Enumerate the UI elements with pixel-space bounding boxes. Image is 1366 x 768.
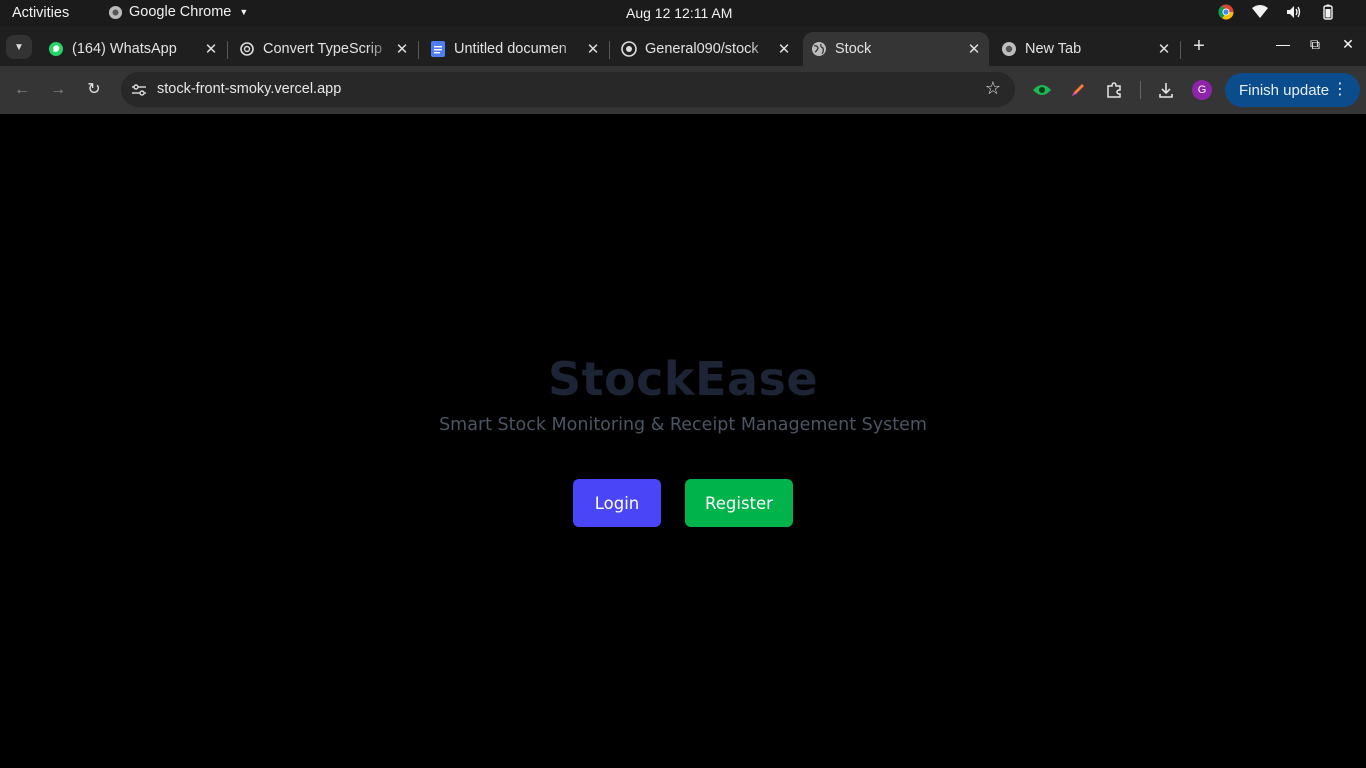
toolbar-divider (1140, 81, 1141, 99)
clock[interactable]: Aug 12 12:11 AM (626, 5, 732, 21)
maximize-button[interactable]: ⧉ (1305, 36, 1325, 53)
site-info-icon[interactable] (129, 80, 149, 100)
whatsapp-icon (48, 41, 64, 57)
eye-extension-icon[interactable] (1031, 79, 1053, 101)
browser-toolbar: ← → ↻ stock-front-smoky.vercel.app ☆ (0, 66, 1366, 114)
battery-icon (1323, 4, 1333, 20)
tab-github[interactable]: General090/stock ✕ (613, 32, 799, 66)
finish-update-button[interactable]: Finish update ⋮ (1225, 73, 1360, 107)
arrow-right-icon: → (50, 81, 66, 98)
app-name: Google Chrome (129, 4, 232, 20)
tab-google-docs[interactable]: Untitled documen ✕ (422, 32, 608, 66)
close-icon[interactable]: ✕ (775, 40, 793, 58)
minimize-icon: — (1276, 36, 1290, 52)
page-title: StockEase (547, 352, 819, 406)
plus-icon: + (1193, 35, 1205, 57)
close-icon[interactable]: ✕ (393, 40, 411, 58)
tab-new-tab[interactable]: New Tab ✕ (993, 32, 1179, 66)
close-icon[interactable]: ✕ (965, 40, 983, 58)
forward-button[interactable]: → (46, 78, 70, 102)
new-tab-button[interactable]: + (1188, 35, 1210, 58)
profile-avatar[interactable]: G (1192, 80, 1212, 100)
system-top-bar: Activities Google Chrome ▼ Aug 12 12:11 … (0, 0, 1366, 27)
finish-update-label: Finish update (1239, 81, 1330, 99)
tab-divider (609, 41, 610, 59)
close-icon[interactable]: ✕ (584, 40, 602, 58)
chatgpt-icon (239, 41, 255, 57)
github-icon (621, 41, 637, 57)
reload-icon: ↻ (87, 81, 101, 98)
tab-divider (227, 41, 228, 59)
download-icon[interactable] (1155, 79, 1177, 101)
page-subtitle: Smart Stock Monitoring & Receipt Managem… (439, 415, 927, 435)
system-tray[interactable] (1218, 4, 1336, 20)
login-button[interactable]: Login (573, 479, 661, 527)
chevron-down-icon: ▼ (14, 41, 24, 53)
address-bar[interactable]: stock-front-smoky.vercel.app ☆ (121, 72, 1015, 107)
close-icon: ✕ (1342, 36, 1354, 52)
tab-title: (164) WhatsApp (72, 41, 177, 57)
minimize-button[interactable]: — (1273, 36, 1293, 52)
tab-strip: ▼ (164) WhatsApp ✕ Convert TypeScrip ✕ U… (0, 27, 1366, 66)
tab-whatsapp[interactable]: (164) WhatsApp ✕ (40, 32, 226, 66)
tab-title: Convert TypeScrip (263, 41, 383, 57)
arrow-left-icon: ← (14, 81, 30, 98)
globe-icon (811, 41, 827, 57)
register-button[interactable]: Register (685, 479, 793, 527)
tab-divider (1180, 41, 1181, 59)
chevron-down-icon: ▼ (239, 7, 249, 17)
tab-title: New Tab (1025, 41, 1082, 57)
chrome-icon (1001, 41, 1017, 57)
tab-title: General090/stock (645, 41, 759, 57)
close-window-button[interactable]: ✕ (1338, 36, 1358, 53)
volume-icon (1287, 6, 1301, 18)
chrome-status-icon (1218, 4, 1234, 20)
url-text[interactable]: stock-front-smoky.vercel.app (157, 81, 341, 97)
reload-button[interactable]: ↻ (82, 78, 106, 102)
tab-title: Untitled documen (454, 41, 567, 57)
tab-search-button[interactable]: ▼ (6, 35, 32, 59)
tab-title: Stock (835, 41, 872, 57)
more-vert-icon[interactable]: ⋮ (1332, 79, 1348, 99)
restore-icon: ⧉ (1310, 36, 1320, 52)
close-icon[interactable]: ✕ (202, 40, 220, 58)
app-menu[interactable]: Google Chrome ▼ (108, 4, 248, 20)
activities-button[interactable]: Activities (12, 5, 69, 21)
page-viewport: StockEase Smart Stock Monitoring & Recei… (0, 114, 1366, 768)
wifi-icon (1252, 5, 1268, 18)
extensions-puzzle-icon[interactable] (1103, 79, 1125, 101)
google-docs-icon (430, 41, 446, 57)
pen-extension-icon[interactable] (1067, 79, 1089, 101)
chrome-app-icon (108, 5, 123, 19)
tab-divider (418, 41, 419, 59)
tab-stock[interactable]: Stock ✕ (803, 32, 989, 66)
back-button[interactable]: ← (10, 78, 34, 102)
close-icon[interactable]: ✕ (1155, 40, 1173, 58)
bookmark-star-icon[interactable]: ☆ (985, 78, 1001, 99)
tab-chatgpt[interactable]: Convert TypeScrip ✕ (231, 32, 417, 66)
